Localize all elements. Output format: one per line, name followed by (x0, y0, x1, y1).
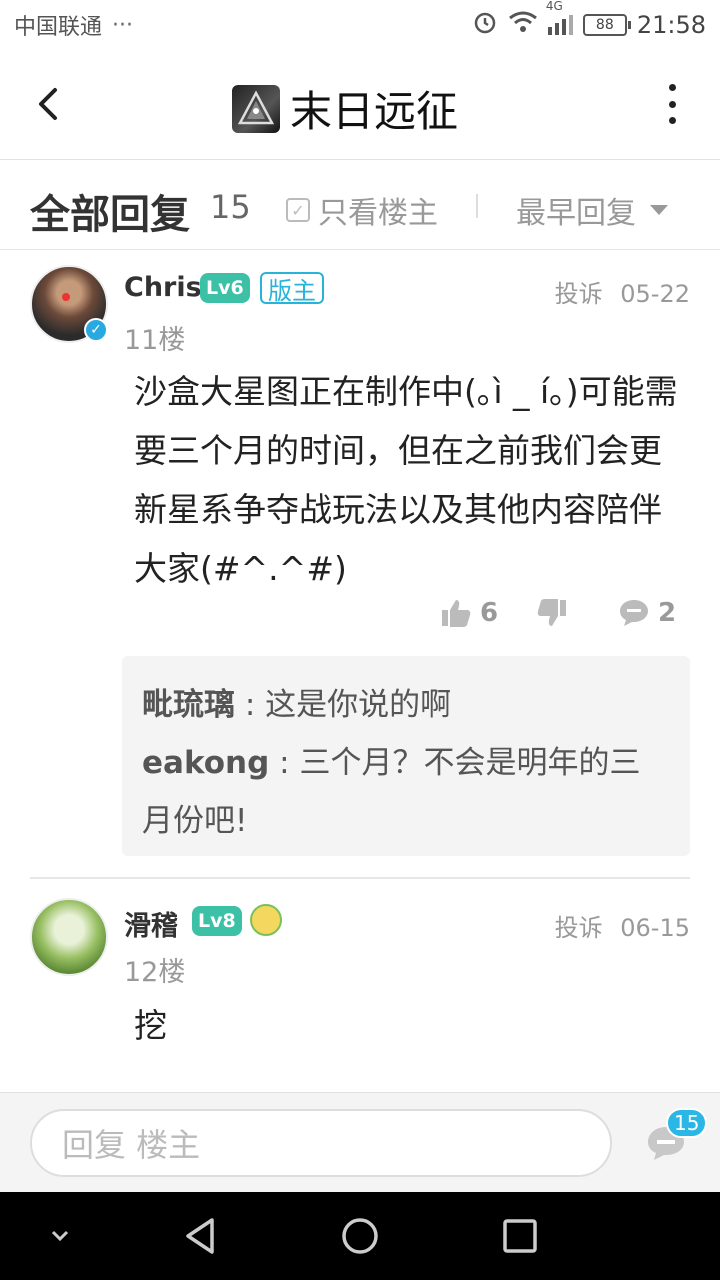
nav-home-button[interactable] (338, 1214, 382, 1258)
sub-reply-separator: : (235, 687, 266, 723)
sub-reply-author[interactable]: eakong (142, 745, 269, 781)
back-arrow-icon (39, 88, 57, 120)
nav-back-button[interactable] (178, 1214, 222, 1258)
sort-dropdown[interactable]: 最早回复 (516, 188, 668, 232)
sort-label: 最早回复 (516, 196, 636, 231)
signal-icon: 4G (546, 0, 573, 35)
reply-count: 15 (210, 188, 251, 226)
comment-count: 2 (658, 598, 677, 628)
only-op-label: 只看楼主 (318, 196, 438, 231)
app-logo-icon (232, 84, 280, 133)
more-dot-icon (668, 117, 676, 124)
avatar-detail (62, 293, 70, 301)
filter-divider (476, 194, 478, 218)
page-title: 末日远征 (290, 87, 459, 136)
nav-back-icon (186, 1218, 214, 1254)
notification-dots: ··· (112, 12, 133, 38)
nav-recents-button[interactable] (498, 1214, 542, 1258)
post-date: 05-22 (620, 280, 690, 308)
reply-bar: 回复 楼主 (0, 1092, 720, 1192)
more-options-button[interactable] (664, 84, 680, 124)
clock: 21:58 (636, 11, 706, 39)
reply-filter-bar: 全部回复 15 ✓ 只看楼主 最早回复 (0, 160, 720, 250)
chevron-down-icon (51, 1230, 69, 1242)
reply-input[interactable]: 回复 楼主 (30, 1109, 612, 1177)
only-op-toggle[interactable]: ✓ 只看楼主 (286, 188, 438, 232)
post-divider (30, 877, 690, 879)
comment-bubble-icon (620, 600, 648, 626)
thumbs-down-icon (537, 599, 566, 626)
wifi-icon (508, 10, 538, 40)
avatar[interactable] (30, 898, 108, 976)
sub-replies-box[interactable]: 毗琉璃 : 这是你说的啊 eakong : 三个月？不会是明年的三月份吧! (122, 656, 690, 856)
sub-reply[interactable]: 毗琉璃 : 这是你说的啊 (142, 676, 670, 734)
carrier-name: 中国联通 (14, 15, 103, 40)
caret-down-icon (650, 205, 668, 215)
like-count: 6 (480, 598, 499, 628)
all-replies-title: 全部回复 (30, 192, 190, 238)
floor-number: 12楼 (124, 957, 186, 988)
post-content: 挖 (134, 1006, 167, 1045)
level-badge: Lv8 (192, 906, 242, 936)
sub-reply[interactable]: eakong : 三个月？不会是明年的三月份吧! (142, 734, 670, 850)
comment-count-badge: 15 (666, 1108, 708, 1138)
network-type: 4G (545, 0, 563, 13)
post-date: 06-15 (620, 914, 690, 942)
moderator-badge: 版主 (260, 272, 324, 305)
level-badge: Lv6 (200, 273, 250, 303)
status-bar: 中国联通 ··· 4G 88 21:58 (0, 0, 720, 50)
more-dot-icon (668, 100, 676, 108)
report-link[interactable]: 投诉 (555, 914, 603, 942)
post-content: 沙盒大星图正在制作中(｡ì _ í｡)可能需要三个月的时间，但在之前我们会更新星… (134, 372, 678, 588)
sub-reply-text: 这是你说的啊 (265, 687, 452, 723)
nav-recents-icon (503, 1219, 537, 1253)
hide-keyboard-button[interactable] (38, 1214, 82, 1258)
title-area: 末日远征 (232, 78, 458, 139)
like-button[interactable]: 6 (440, 597, 498, 629)
alarm-icon (472, 9, 498, 41)
system-navigation-bar (0, 1192, 720, 1280)
character-emoji-icon (250, 904, 282, 936)
floor-number: 11楼 (124, 325, 186, 356)
username[interactable]: Chris (124, 272, 202, 303)
checkbox-icon: ✓ (286, 198, 310, 222)
post-meta: 投诉 06-15 (555, 908, 690, 943)
nav-home-icon (342, 1218, 378, 1254)
back-button[interactable] (28, 84, 68, 124)
thumbs-up-icon (442, 600, 471, 627)
report-link[interactable]: 投诉 (555, 280, 603, 308)
battery-icon: 88 (582, 14, 631, 36)
verified-check-icon: ✓ (84, 318, 108, 342)
sub-reply-separator: : (269, 745, 300, 781)
top-app-bar: 末日远征 (0, 50, 720, 160)
dislike-button[interactable] (536, 598, 568, 630)
sub-reply-author[interactable]: 毗琉璃 (142, 687, 235, 723)
username[interactable]: 滑稽 (124, 904, 178, 943)
post-meta: 投诉 05-22 (555, 274, 690, 309)
comment-button[interactable]: 2 (618, 598, 676, 628)
more-dot-icon (668, 84, 676, 91)
